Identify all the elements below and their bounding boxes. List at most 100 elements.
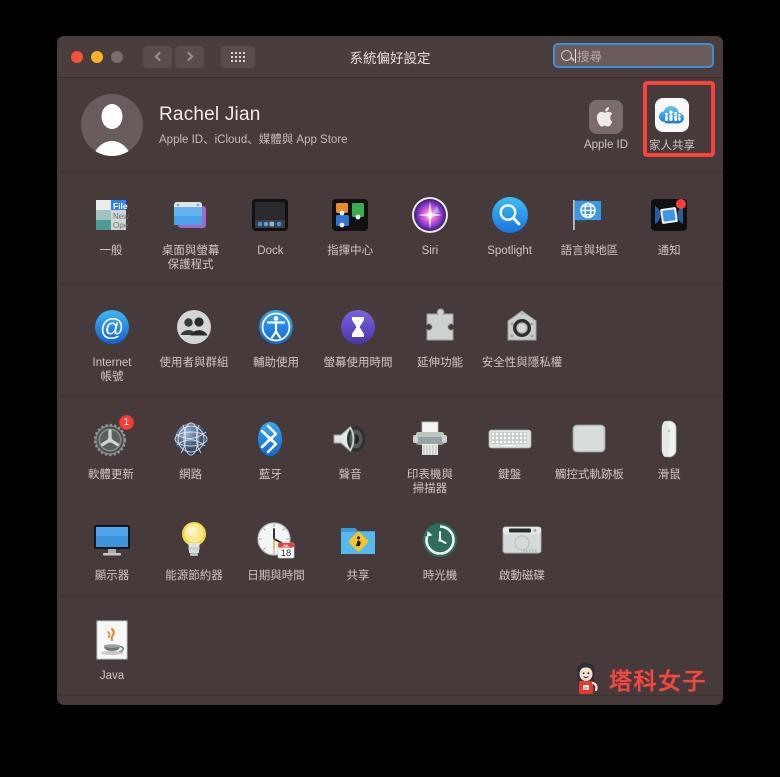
- pref-label: 螢幕使用時間: [323, 357, 393, 369]
- close-button[interactable]: [71, 50, 83, 63]
- watermark: 3C 塔科女子: [569, 661, 707, 697]
- pref-label: Dock: [257, 245, 284, 257]
- pref-network[interactable]: 網路: [151, 411, 231, 496]
- pref-label: 語言與地區: [560, 245, 619, 257]
- pref-date-time[interactable]: JUL 18 日期與時間: [235, 512, 317, 583]
- show-all-button[interactable]: [221, 45, 255, 68]
- account-subtitle: Apple ID、iCloud、媒體與 App Store: [159, 133, 348, 146]
- back-button[interactable]: [143, 45, 172, 68]
- pref-java[interactable]: Java: [71, 612, 153, 683]
- pref-label: 使用者與群組: [159, 357, 229, 369]
- pref-software-update[interactable]: 1 軟體更新: [71, 411, 151, 496]
- pref-notifications[interactable]: 通知: [629, 187, 709, 272]
- pref-label: 一般: [99, 245, 123, 257]
- account-name: Rachel Jian: [159, 103, 261, 125]
- pref-users-groups[interactable]: 使用者與群組: [153, 299, 235, 384]
- forward-button[interactable]: [175, 45, 204, 68]
- siri-icon: [406, 191, 454, 239]
- chevron-right-icon: [183, 51, 193, 62]
- pref-internet-accounts[interactable]: @ Internet 帳號: [71, 299, 153, 384]
- family-sharing-icon: [655, 97, 689, 132]
- network-icon: [167, 415, 215, 463]
- minimize-button[interactable]: [91, 50, 103, 63]
- keyboard-icon: [486, 415, 534, 463]
- pref-label: 鍵盤: [498, 469, 522, 481]
- pref-bluetooth[interactable]: 藍牙: [231, 411, 311, 496]
- pref-label: 聲音: [338, 469, 362, 481]
- section-personal: File New Ope 一般 桌面與螢幕 保護程式 Dock 指揮中心 Sir…: [57, 173, 723, 285]
- screen-time-icon: [334, 303, 382, 351]
- pref-startup-disk[interactable]: 啟動磁碟: [481, 512, 563, 583]
- extensions-icon: [416, 303, 464, 351]
- language-region-icon: [565, 191, 613, 239]
- section-hardware: 1 軟體更新 網路 藍牙 聲音 印表機與 掃描器 鍵盤 觸控式軌跡板 滑鼠 顯示…: [57, 397, 723, 596]
- navigation-buttons: [143, 45, 204, 68]
- internet-accounts-icon: @: [88, 303, 136, 351]
- pref-label: 啟動磁碟: [499, 570, 545, 582]
- pref-time-machine[interactable]: 時光機: [399, 512, 481, 583]
- trackpad-icon: [565, 415, 613, 463]
- banner-item-family-sharing[interactable]: 家人共享: [639, 97, 705, 153]
- pref-label: 顯示器: [94, 570, 130, 582]
- software-update-icon: 1: [87, 415, 135, 463]
- text-caret: [575, 48, 576, 63]
- pref-printers-scanners[interactable]: 印表機與 掃描器: [390, 411, 470, 496]
- avatar: [81, 94, 143, 156]
- java-icon: [88, 616, 136, 664]
- svg-text:New: New: [113, 212, 129, 221]
- pref-trackpad[interactable]: 觸控式軌跡板: [550, 411, 630, 496]
- pref-siri[interactable]: Siri: [390, 187, 470, 272]
- users-groups-icon: [170, 303, 218, 351]
- pref-row: 1 軟體更新 網路 藍牙 聲音 印表機與 掃描器 鍵盤 觸控式軌跡板 滑鼠: [57, 411, 723, 496]
- startup-disk-icon: [498, 516, 546, 564]
- pref-sound[interactable]: 聲音: [310, 411, 390, 496]
- pref-row: 顯示器 能源節約器 JUL 18 日期與時間 共享 時光機 啟動磁碟: [57, 512, 723, 583]
- pref-label: 網路: [179, 469, 203, 481]
- mascot-icon: 3C: [577, 663, 598, 694]
- pref-label: 時光機: [422, 570, 458, 582]
- pref-screen-time[interactable]: 螢幕使用時間: [317, 299, 399, 384]
- sharing-icon: [334, 516, 382, 564]
- pref-label: 延伸功能: [417, 357, 463, 369]
- avatar-head: [101, 104, 123, 129]
- svg-text:Ope: Ope: [113, 221, 129, 230]
- pref-label: 觸控式軌跡板: [554, 469, 624, 481]
- pref-security-privacy[interactable]: 安全性與隱私權: [481, 299, 563, 384]
- svg-text:3C: 3C: [584, 686, 589, 690]
- pref-general[interactable]: File New Ope 一般: [71, 187, 151, 272]
- pref-extensions[interactable]: 延伸功能: [399, 299, 481, 384]
- date-time-icon: JUL 18: [252, 516, 300, 564]
- pref-sharing[interactable]: 共享: [317, 512, 399, 583]
- security-privacy-icon: [498, 303, 546, 351]
- pref-row: @ Internet 帳號 使用者與群組 輔助使用 螢幕使用時間 延伸功能 安全…: [57, 299, 723, 384]
- general-icon: File New Ope: [87, 191, 135, 239]
- chevron-left-icon: [154, 51, 164, 62]
- pref-displays[interactable]: 顯示器: [71, 512, 153, 583]
- search-field[interactable]: 搜尋: [553, 43, 714, 68]
- pref-label: Siri: [421, 245, 439, 257]
- pref-label: 印表機與 掃描器: [406, 469, 453, 495]
- banner-item-label: 家人共享: [649, 139, 695, 152]
- pref-desktop-screensaver[interactable]: 桌面與螢幕 保護程式: [151, 187, 231, 272]
- pref-dock[interactable]: Dock: [231, 187, 311, 272]
- printers-scanners-icon: [406, 415, 454, 463]
- pref-language-region[interactable]: 語言與地區: [550, 187, 630, 272]
- desktop-screensaver-icon: [167, 191, 215, 239]
- pref-label: 通知: [657, 245, 681, 257]
- sound-icon: [326, 415, 374, 463]
- apple-id-banner[interactable]: Rachel Jian Apple ID、iCloud、媒體與 App Stor…: [57, 78, 723, 173]
- pref-mission-control[interactable]: 指揮中心: [310, 187, 390, 272]
- pref-label: 共享: [346, 570, 370, 582]
- pref-mouse[interactable]: 滑鼠: [629, 411, 709, 496]
- mission-control-icon: [326, 191, 374, 239]
- zoom-button[interactable]: [111, 50, 123, 63]
- pref-keyboard[interactable]: 鍵盤: [470, 411, 550, 496]
- pref-label: 藍牙: [258, 469, 282, 481]
- pref-label: Java: [99, 670, 125, 682]
- banner-item-apple-id[interactable]: Apple ID: [573, 99, 639, 151]
- traffic-lights: [71, 50, 123, 63]
- pref-label: 滑鼠: [657, 469, 681, 481]
- pref-energy-saver[interactable]: 能源節約器: [153, 512, 235, 583]
- pref-accessibility[interactable]: 輔助使用: [235, 299, 317, 384]
- pref-spotlight[interactable]: Spotlight: [470, 187, 550, 272]
